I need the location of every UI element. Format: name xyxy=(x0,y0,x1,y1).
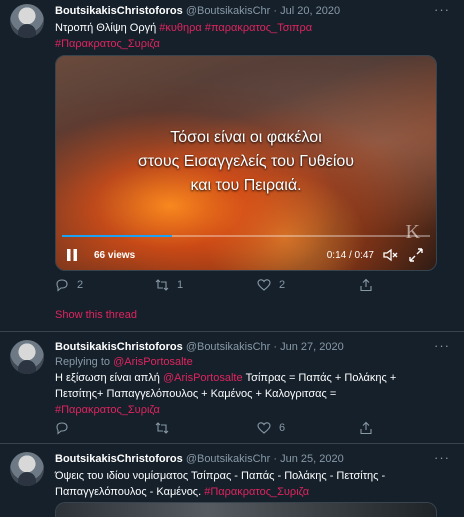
retweet-icon xyxy=(155,422,169,434)
mention-link[interactable]: @ArisPortosalte xyxy=(113,356,193,368)
heart-icon xyxy=(257,279,271,291)
retweet-button[interactable]: 1 xyxy=(155,278,183,292)
author-handle[interactable]: @BoutsikakisChr xyxy=(186,341,271,353)
tweet-header: BoutsikakisChristoforos @BoutsikakisChr … xyxy=(55,341,344,353)
retweet-icon xyxy=(155,279,169,291)
video-watermark: K xyxy=(405,221,420,243)
pause-icon[interactable] xyxy=(66,248,78,262)
tweet-actions: 2 1 2 xyxy=(55,278,435,294)
retweet-button[interactable] xyxy=(155,421,177,435)
fullscreen-icon[interactable] xyxy=(408,247,424,263)
tweet-date[interactable]: Jul 20, 2020 xyxy=(280,5,340,17)
more-options-icon[interactable]: ··· xyxy=(434,450,450,465)
hashtag-link[interactable]: #Παρακρατος_Συριζα xyxy=(204,486,309,498)
overlay-line: Τόσοι είναι οι φακέλοι xyxy=(170,129,322,146)
overlay-line: στους Εισαγγελείς του Γυθείου xyxy=(137,153,355,170)
author-name[interactable]: BoutsikakisChristoforos xyxy=(55,453,183,465)
reply-button[interactable] xyxy=(55,421,77,435)
overlay-line: και του Πειραιά. xyxy=(190,177,302,194)
reply-icon xyxy=(56,279,68,292)
tweet-text-part: Η εξίσωση είναι απλή xyxy=(55,372,163,384)
hashtag-link[interactable]: #Παρακρατος_Συριζα xyxy=(55,38,160,50)
more-options-icon[interactable]: ··· xyxy=(434,338,450,353)
video-progress-bar[interactable] xyxy=(62,235,430,237)
tweet-text: Ντροπή Θλίψη Οργή #κυθηρα #παρακρατος_Τσ… xyxy=(55,20,455,52)
tweet-text-part: Παπαγγελόπουλος - Καμένος. xyxy=(55,486,205,498)
more-options-icon[interactable]: ··· xyxy=(434,2,450,17)
avatar[interactable] xyxy=(10,340,44,374)
reply-icon xyxy=(56,422,68,435)
tweet[interactable]: BoutsikakisChristoforos @BoutsikakisChr … xyxy=(0,332,464,442)
tweet-date[interactable]: Jun 25, 2020 xyxy=(280,453,344,465)
tweet-actions: 6 xyxy=(55,421,435,437)
like-count: 6 xyxy=(279,422,286,434)
video-views: 66 views xyxy=(94,250,136,261)
separator: · xyxy=(273,341,278,353)
tweet-media[interactable] xyxy=(55,502,437,517)
tweet-header: BoutsikakisChristoforos @BoutsikakisChr … xyxy=(55,5,340,17)
like-button[interactable]: 2 xyxy=(257,278,285,292)
reply-button[interactable]: 2 xyxy=(55,278,83,292)
tweet-text-part: Πετσίτης+ Παπαγγελόπουλος + Καμένος + Κα… xyxy=(55,388,337,400)
replying-to: Replying to @ArisPortosalte xyxy=(55,356,193,368)
mute-icon[interactable] xyxy=(382,247,398,263)
share-button[interactable] xyxy=(359,278,381,292)
share-icon xyxy=(360,278,372,292)
separator: · xyxy=(273,5,278,17)
avatar[interactable] xyxy=(10,452,44,486)
author-name[interactable]: BoutsikakisChristoforos xyxy=(55,5,183,17)
replying-prefix: Replying to xyxy=(55,356,114,368)
avatar[interactable] xyxy=(10,4,44,38)
tweet-text-part: Τσίπρας = Παπάς + Πολάκης + xyxy=(242,372,397,384)
video-time: 0:14 / 0:47 xyxy=(326,250,374,261)
hashtag-link[interactable]: #Παρακρατος_Συριζα xyxy=(55,404,160,416)
mention-link[interactable]: @ArisPortosalte xyxy=(163,372,243,384)
author-handle[interactable]: @BoutsikakisChr xyxy=(186,5,271,17)
reply-count: 2 xyxy=(77,279,84,291)
author-handle[interactable]: @BoutsikakisChr xyxy=(186,453,271,465)
tweet-text-part: Όψεις του ιδίου νομίσματος Τσίπρας - Παπ… xyxy=(55,470,386,482)
hashtag-link[interactable]: #κυθηρα #παρακρατος_Τσιπρα xyxy=(159,22,312,34)
tweet-date[interactable]: Jun 27, 2020 xyxy=(280,341,344,353)
video-overlay-text: Τόσοι είναι οι φακέλοι στους Εισαγγελείς… xyxy=(56,126,436,198)
tweet[interactable]: BoutsikakisChristoforos @BoutsikakisChr … xyxy=(0,0,464,330)
tweet-text: Όψεις του ιδίου νομίσματος Τσίπρας - Παπ… xyxy=(55,468,455,500)
tweet[interactable]: BoutsikakisChristoforos @BoutsikakisChr … xyxy=(0,444,464,517)
like-button[interactable]: 6 xyxy=(257,421,285,435)
share-button[interactable] xyxy=(359,421,381,435)
separator: · xyxy=(273,453,278,465)
tweet-text-plain: Ντροπή Θλίψη Οργή xyxy=(55,22,160,34)
video-player[interactable]: Τόσοι είναι οι φακέλοι στους Εισαγγελείς… xyxy=(55,55,437,271)
retweet-count: 1 xyxy=(177,279,184,291)
share-icon xyxy=(360,421,372,435)
tweet-text: Η εξίσωση είναι απλή @ArisPortosalte Τσί… xyxy=(55,370,455,418)
heart-icon xyxy=(257,422,271,434)
author-name[interactable]: BoutsikakisChristoforos xyxy=(55,341,183,353)
video-progress-fill xyxy=(62,235,173,237)
like-count: 2 xyxy=(279,279,286,291)
tweet-header: BoutsikakisChristoforos @BoutsikakisChr … xyxy=(55,453,344,465)
show-thread-link[interactable]: Show this thread xyxy=(55,309,137,321)
